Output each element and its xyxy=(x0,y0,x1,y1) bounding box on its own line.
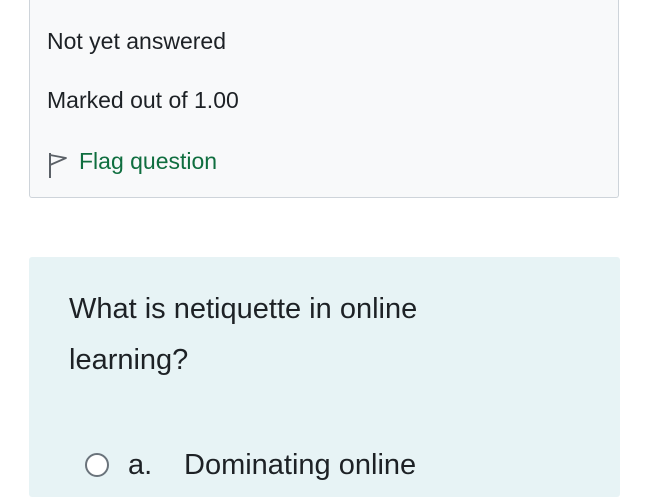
answer-option-a[interactable]: a. Dominating online xyxy=(85,444,416,486)
answer-radio-a[interactable] xyxy=(85,453,109,477)
answer-letter-a: a. xyxy=(128,448,153,481)
flag-outline-icon xyxy=(49,153,67,178)
flag-question-label: Flag question xyxy=(79,147,218,174)
question-text: What is netiquette in online learning? xyxy=(69,293,418,376)
question-grade: Marked out of 1.00 xyxy=(47,87,239,113)
flag-question-link[interactable]: Flag question xyxy=(46,144,217,178)
question-state: Not yet answered xyxy=(47,28,226,54)
answer-text-a: Dominating online xyxy=(184,448,417,481)
